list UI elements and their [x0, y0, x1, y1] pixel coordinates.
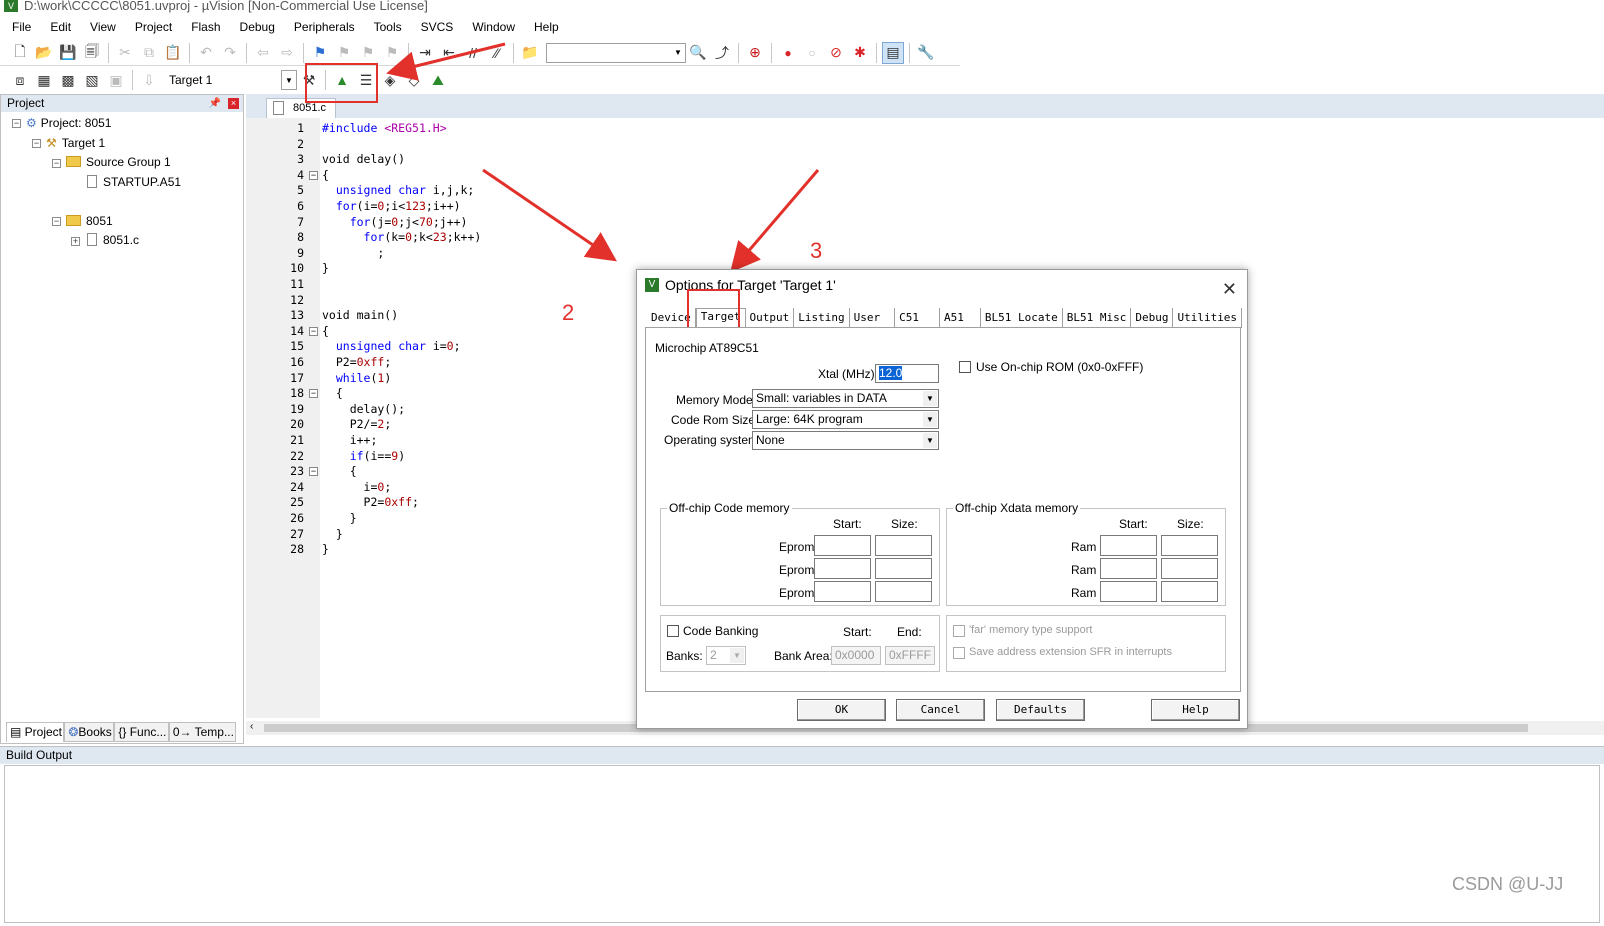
ram-start-input-3[interactable]	[1100, 581, 1157, 602]
ram-label-2: Ram	[1071, 563, 1097, 577]
eprom-label-2: Eprom	[779, 563, 815, 577]
code-rom-size-value: Large: 64K program	[756, 412, 863, 426]
tab-debug[interactable]: Debug	[1131, 308, 1174, 328]
operating-system-select[interactable]: None ▼	[752, 431, 939, 450]
code-banking-label: Code Banking	[683, 624, 759, 638]
ram-size-input-3[interactable]	[1161, 581, 1218, 602]
chevron-down-icon: ▼	[923, 412, 937, 427]
code-rom-size-select[interactable]: Large: 64K program ▼	[752, 410, 939, 429]
tab-output[interactable]: Output	[746, 308, 795, 328]
eprom-label-1: Eprom	[779, 540, 815, 554]
far-memory-label: 'far' memory type support	[969, 624, 1093, 636]
use-onchip-rom-label: Use On-chip ROM (0x0-0xFFF)	[976, 360, 1144, 374]
far-memory-group: 'far' memory type support Save address e…	[946, 615, 1226, 672]
chevron-down-icon: ▼	[730, 648, 744, 663]
bank-end-input[interactable]: 0xFFFF	[885, 646, 935, 665]
eprom-size-input-2[interactable]	[875, 558, 932, 579]
chevron-down-icon: ▼	[923, 391, 937, 406]
ram-size-input-2[interactable]	[1161, 558, 1218, 579]
xtal-input[interactable]: 12.0	[875, 364, 939, 383]
close-icon[interactable]: ✕	[1222, 274, 1237, 304]
bank-area-label: Bank Area:	[774, 649, 833, 663]
ram-start-input-1[interactable]	[1100, 535, 1157, 556]
help-button[interactable]: Help	[1151, 699, 1240, 721]
memory-model-value: Small: variables in DATA	[756, 391, 887, 405]
far-memory-checkbox[interactable]	[953, 625, 965, 637]
offchip-code-title: Off-chip Code memory	[667, 501, 792, 515]
tab-bl51-locate[interactable]: BL51 Locate	[981, 308, 1063, 328]
eprom-size-input-3[interactable]	[875, 581, 932, 602]
operating-system-value: None	[756, 433, 785, 447]
save-sfr-label: Save address extension SFR in interrupts	[969, 646, 1172, 658]
tab-c51[interactable]: C51	[895, 308, 940, 328]
ram-start-input-2[interactable]	[1100, 558, 1157, 579]
annotation-arrow-3	[730, 169, 820, 273]
save-sfr-checkbox[interactable]	[953, 647, 965, 659]
xtal-label: Xtal (MHz):	[818, 367, 878, 381]
eprom-start-input-2[interactable]	[814, 558, 871, 579]
annotation-arrow-2	[482, 168, 617, 262]
annotation-arrow-1	[386, 42, 506, 81]
offchip-code-size-label: Size:	[891, 517, 918, 531]
options-for-target-dialog: V Options for Target 'Target 1' ✕ Device…	[636, 269, 1248, 729]
ram-size-input-1[interactable]	[1161, 535, 1218, 556]
defaults-button[interactable]: Defaults	[996, 699, 1085, 721]
offchip-xdata-memory-group: Off-chip Xdata memory Start: Size: Ram R…	[946, 501, 1226, 606]
operating-system-label: Operating system:	[664, 433, 762, 447]
eprom-start-input-3[interactable]	[814, 581, 871, 602]
banks-value: 2	[710, 648, 717, 662]
eprom-size-input-1[interactable]	[875, 535, 932, 556]
memory-model-label: Memory Model:	[676, 393, 759, 407]
offchip-xdata-size-label: Size:	[1177, 517, 1204, 531]
ok-button[interactable]: OK	[797, 699, 886, 721]
banks-select[interactable]: 2 ▼	[706, 646, 746, 665]
tab-listing[interactable]: Listing	[794, 308, 850, 328]
use-onchip-rom-checkbox[interactable]	[959, 361, 971, 373]
offchip-xdata-title: Off-chip Xdata memory	[953, 501, 1081, 515]
offchip-xdata-start-label: Start:	[1119, 517, 1148, 531]
tab-a51[interactable]: A51	[940, 308, 981, 328]
offchip-code-memory-group: Off-chip Code memory Start: Size: Eprom …	[660, 501, 940, 606]
tab-utilities[interactable]: Utilities	[1173, 308, 1243, 328]
target-tab-page: Microchip AT89C51 Xtal (MHz): 12.0 Use O…	[645, 327, 1241, 692]
code-banking-checkbox[interactable]	[667, 625, 679, 637]
cancel-button[interactable]: Cancel	[896, 699, 985, 721]
banks-label: Banks:	[666, 649, 703, 663]
watermark: CSDN @U-JJ	[1452, 874, 1564, 894]
bank-start-input[interactable]: 0x0000	[831, 646, 881, 665]
device-name: Microchip AT89C51	[655, 341, 759, 355]
code-rom-size-label: Code Rom Size:	[671, 413, 759, 427]
ram-label-1: Ram	[1071, 540, 1097, 554]
code-banking-group: Code Banking Start: End: Banks: 2 ▼ Bank …	[660, 615, 940, 672]
chevron-down-icon: ▼	[923, 433, 937, 448]
offchip-code-start-label: Start:	[833, 517, 862, 531]
xtal-value: 12.0	[879, 366, 903, 380]
uvision-app-icon: V	[645, 278, 659, 292]
ram-label-3: Ram	[1071, 586, 1097, 600]
bank-end-label: End:	[897, 625, 922, 639]
tab-bl51-misc[interactable]: BL51 Misc	[1063, 308, 1132, 328]
memory-model-select[interactable]: Small: variables in DATA ▼	[752, 389, 939, 408]
tab-user[interactable]: User	[850, 308, 896, 328]
eprom-label-3: Eprom	[779, 586, 815, 600]
eprom-start-input-1[interactable]	[814, 535, 871, 556]
bank-start-label: Start:	[843, 625, 872, 639]
